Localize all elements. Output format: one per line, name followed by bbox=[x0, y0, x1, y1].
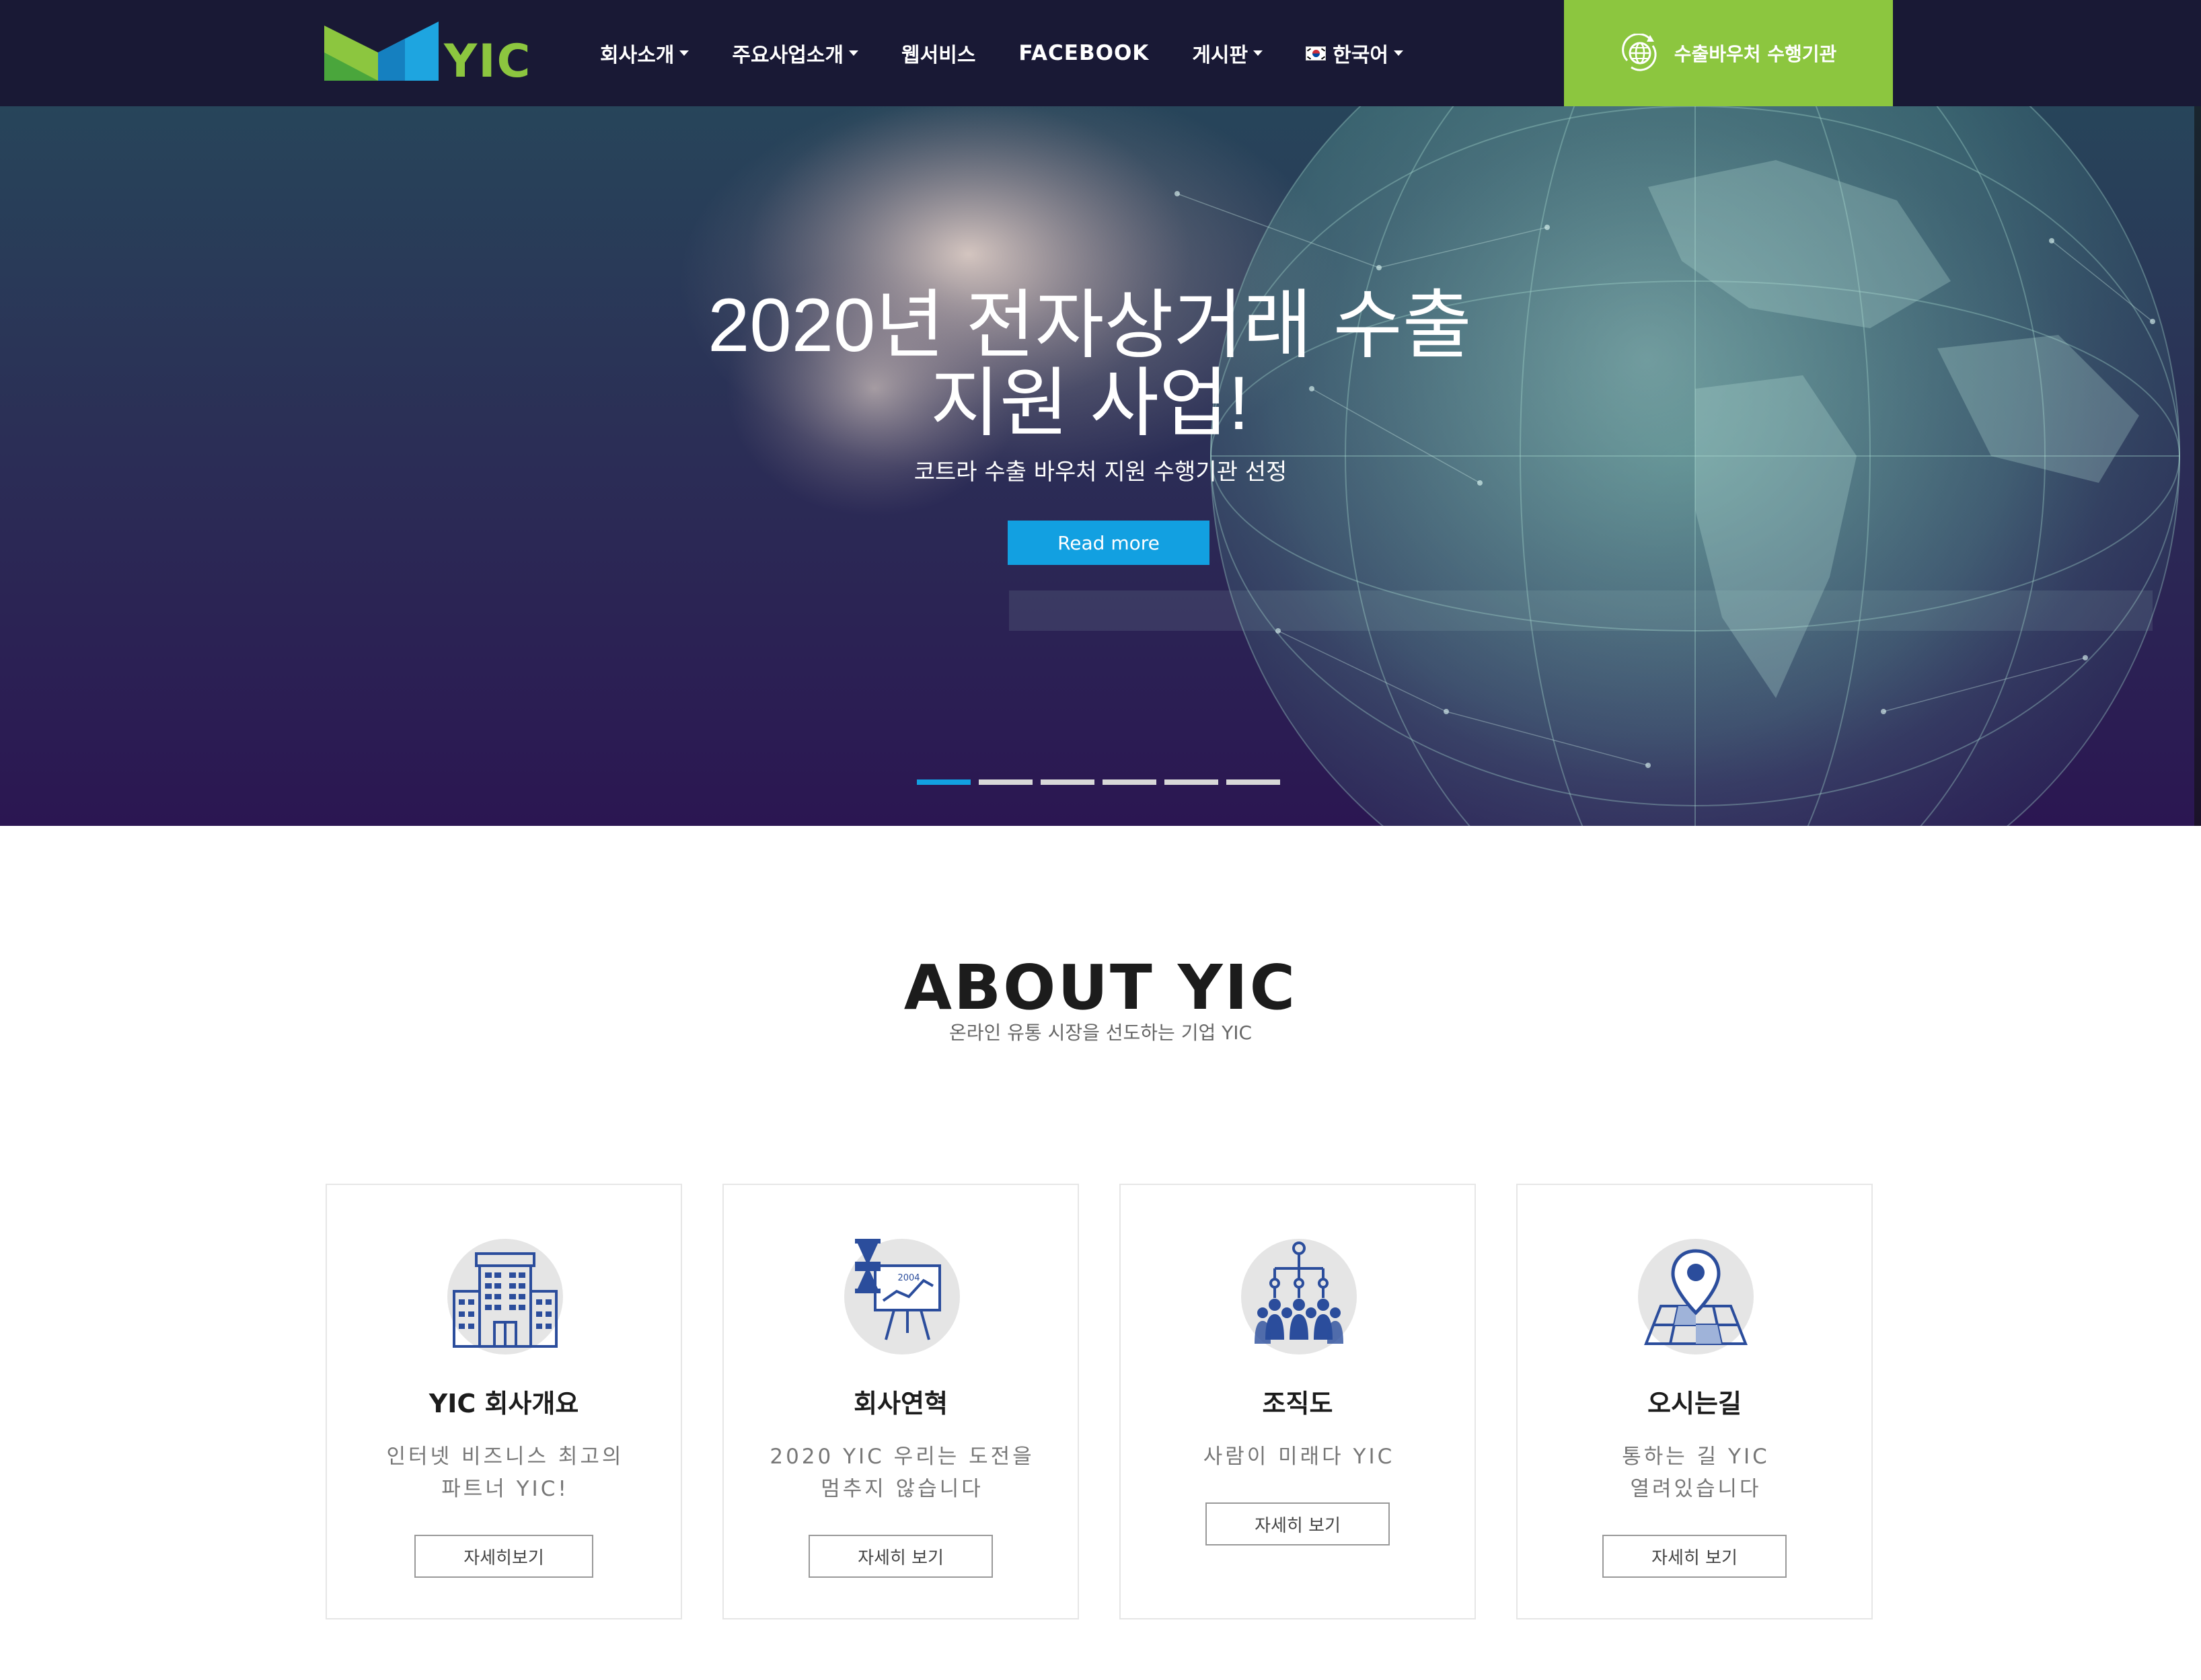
card-history: 2004 회사연혁 2020 YIC 우리는 도전을 멈추지 않습니다 자세히 … bbox=[722, 1184, 1079, 1619]
slider-dot-2[interactable] bbox=[979, 779, 1033, 785]
caret-down-icon bbox=[679, 50, 689, 56]
slider-dot-5[interactable] bbox=[1164, 779, 1218, 785]
hero-slider: 2020년 전자상거래 수출 지원 사업! 코트라 수출 바우처 지원 수행기관… bbox=[0, 106, 2201, 826]
slider-dot-6[interactable] bbox=[1226, 779, 1280, 785]
card-title: 조직도 bbox=[1262, 1389, 1333, 1418]
card-desc-line2: 열려있습니다 bbox=[1630, 1477, 1762, 1501]
card-desc-line1: 2020 YIC 우리는 도전을 bbox=[770, 1445, 1035, 1469]
card-org-chart: 조직도 사람이 미래다 YIC 자세히 보기 bbox=[1119, 1184, 1476, 1619]
nav-item-facebook[interactable]: FACEBOOK bbox=[997, 27, 1170, 79]
org-chart-more-button[interactable]: 자세히 보기 bbox=[1205, 1502, 1390, 1545]
card-desc-line1: 인터넷 비즈니스 최고의 bbox=[386, 1445, 624, 1469]
hero-title-line2: 지원 사업! bbox=[930, 361, 1250, 445]
history-more-button[interactable]: 자세히 보기 bbox=[809, 1535, 993, 1578]
card-desc-line1: 통하는 길 YIC bbox=[1622, 1445, 1770, 1469]
nav-item-label: 게시판 bbox=[1192, 44, 1248, 67]
company-overview-more-button[interactable]: 자세히보기 bbox=[414, 1535, 593, 1578]
nav-item-webservice[interactable]: 웹서비스 bbox=[880, 27, 997, 79]
card-title: 회사연혁 bbox=[854, 1389, 948, 1418]
logo-text[interactable]: YIC bbox=[444, 35, 531, 89]
card-desc-line2: 멈추지 않습니다 bbox=[821, 1477, 983, 1501]
org-chart-icon bbox=[1241, 1239, 1357, 1354]
hero-title: 2020년 전자상거래 수출 지원 사업! bbox=[605, 287, 1574, 443]
caret-down-icon bbox=[1393, 50, 1403, 56]
caret-down-icon bbox=[849, 50, 859, 56]
nav-item-board[interactable]: 게시판 bbox=[1170, 27, 1284, 79]
history-icon-year: 2004 bbox=[897, 1273, 920, 1283]
slider-dot-4[interactable] bbox=[1103, 779, 1156, 785]
site-header: YIC 회사소개 주요사업소개 웹서비스 FACEBOOK 게시판 한국어 수출… bbox=[0, 0, 2201, 106]
card-description: 인터넷 비즈니스 최고의 파트너 YIC! bbox=[354, 1441, 657, 1505]
about-title: ABOUT YIC bbox=[903, 952, 1298, 1024]
hero-title-line1: 2020년 전자상거래 수출 bbox=[708, 283, 1472, 367]
card-description: 통하는 길 YIC 열려있습니다 bbox=[1544, 1441, 1847, 1505]
card-desc-line1: 사람이 미래다 YIC bbox=[1203, 1445, 1395, 1469]
card-directions: 오시는길 통하는 길 YIC 열려있습니다 자세히 보기 bbox=[1516, 1184, 1873, 1619]
directions-more-button[interactable]: 자세히 보기 bbox=[1602, 1535, 1787, 1578]
nav-item-label: 웹서비스 bbox=[901, 44, 976, 67]
export-voucher-button[interactable]: 수출바우처 수행기관 bbox=[1564, 0, 1893, 106]
card-description: 2020 YIC 우리는 도전을 멈추지 않습니다 bbox=[751, 1441, 1053, 1505]
nav-item-language[interactable]: 한국어 bbox=[1284, 27, 1425, 79]
card-title: YIC 회사개요 bbox=[428, 1389, 579, 1418]
card-description: 사람이 미래다 YIC bbox=[1148, 1441, 1450, 1473]
export-voucher-label: 수출바우처 수행기관 bbox=[1674, 43, 1837, 65]
history-board-icon: 2004 bbox=[844, 1239, 960, 1354]
read-more-button[interactable]: Read more bbox=[1008, 521, 1209, 565]
card-desc-line2: 파트너 YIC! bbox=[441, 1477, 569, 1501]
slider-dot-1[interactable] bbox=[917, 779, 971, 785]
nav-item-label: FACEBOOK bbox=[1018, 41, 1150, 65]
nav-item-label: 한국어 bbox=[1333, 44, 1388, 67]
card-title: 오시는길 bbox=[1647, 1389, 1742, 1418]
nav-item-label: 주요사업소개 bbox=[732, 44, 844, 67]
card-company-overview: YIC 회사개요 인터넷 비즈니스 최고의 파트너 YIC! 자세히보기 bbox=[326, 1184, 682, 1619]
nav-item-company[interactable]: 회사소개 bbox=[579, 27, 710, 79]
slider-dots bbox=[917, 779, 1280, 785]
nav-item-business[interactable]: 주요사업소개 bbox=[710, 27, 880, 79]
nav-item-label: 회사소개 bbox=[600, 44, 675, 67]
caret-down-icon bbox=[1253, 50, 1263, 56]
slider-dot-3[interactable] bbox=[1041, 779, 1094, 785]
main-nav: 회사소개 주요사업소개 웹서비스 FACEBOOK 게시판 한국어 bbox=[579, 27, 1425, 79]
map-pin-icon bbox=[1638, 1239, 1754, 1354]
about-subtitle: 온라인 유통 시장을 선도하는 기업 YIC bbox=[948, 1022, 1253, 1044]
building-icon bbox=[447, 1239, 563, 1354]
globe-refresh-icon bbox=[1621, 34, 1657, 71]
korea-flag-icon bbox=[1306, 46, 1327, 61]
hero-subtitle: 코트라 수출 바우처 지원 수행기관 선정 bbox=[913, 459, 1288, 486]
